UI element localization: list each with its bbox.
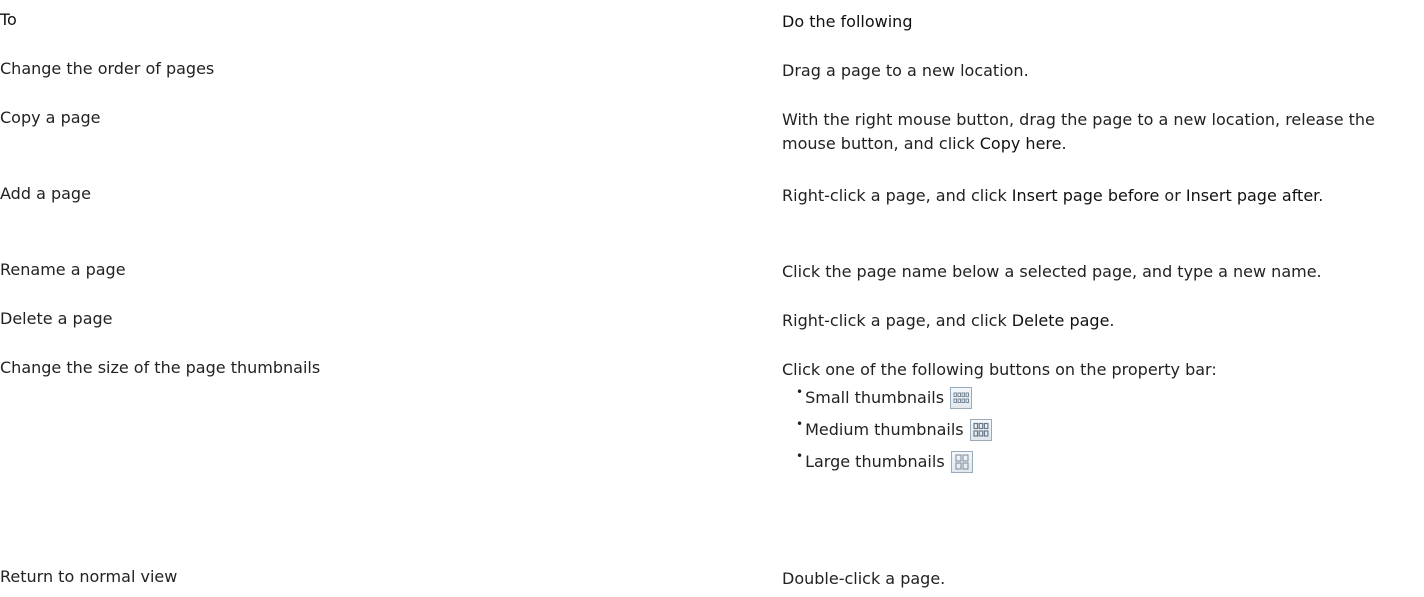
button-label: Medium thumbnails (805, 420, 964, 439)
row-action: Add a page (0, 184, 91, 203)
row-instruction: Drag a page to a new location. (782, 61, 1029, 80)
row-instruction: Double-click a page. (782, 569, 946, 588)
row-instruction: Click the page name below a selected pag… (782, 262, 1322, 281)
medium-thumbnails-icon (969, 419, 992, 441)
ui-term: Delete page (1011, 311, 1110, 330)
row-action: Change the size of the page thumbnails (0, 358, 321, 377)
list-item: • Large thumbnails (796, 446, 1422, 478)
ui-term: Insert page after (1185, 186, 1319, 205)
row-action: Change the order of pages (0, 59, 215, 78)
row-action: Delete a page (0, 309, 113, 328)
row-instruction: Click one of the following buttons on th… (782, 358, 1422, 478)
bullet: • (796, 449, 804, 463)
large-thumbnails-icon (950, 451, 973, 473)
row-instruction: Right-click a page, and click Delete pag… (782, 311, 1115, 330)
button-label: Large thumbnails (805, 452, 945, 471)
ui-term: Insert page before (1011, 186, 1160, 205)
bullet: • (796, 417, 804, 431)
list-item: • Small thumbnails (796, 382, 1422, 414)
ui-term: Copy here (979, 134, 1062, 153)
row-action: Copy a page (0, 108, 101, 127)
bullet: • (796, 385, 804, 399)
row-instruction: With the right mouse button, drag the pa… (782, 110, 1375, 153)
header-to: To (0, 10, 17, 29)
row-action: Rename a page (0, 260, 126, 279)
row-action: Return to normal view (0, 567, 178, 586)
list-item: • Medium thumbnails (796, 414, 1422, 446)
thumbnail-button-list: • Small thumbnails • Medium thumbnails •… (782, 382, 1422, 478)
small-thumbnails-icon (950, 387, 973, 409)
header-do: Do the following (782, 12, 913, 31)
row-instruction: Right-click a page, and click Insert pag… (782, 186, 1324, 205)
button-label: Small thumbnails (805, 388, 945, 407)
